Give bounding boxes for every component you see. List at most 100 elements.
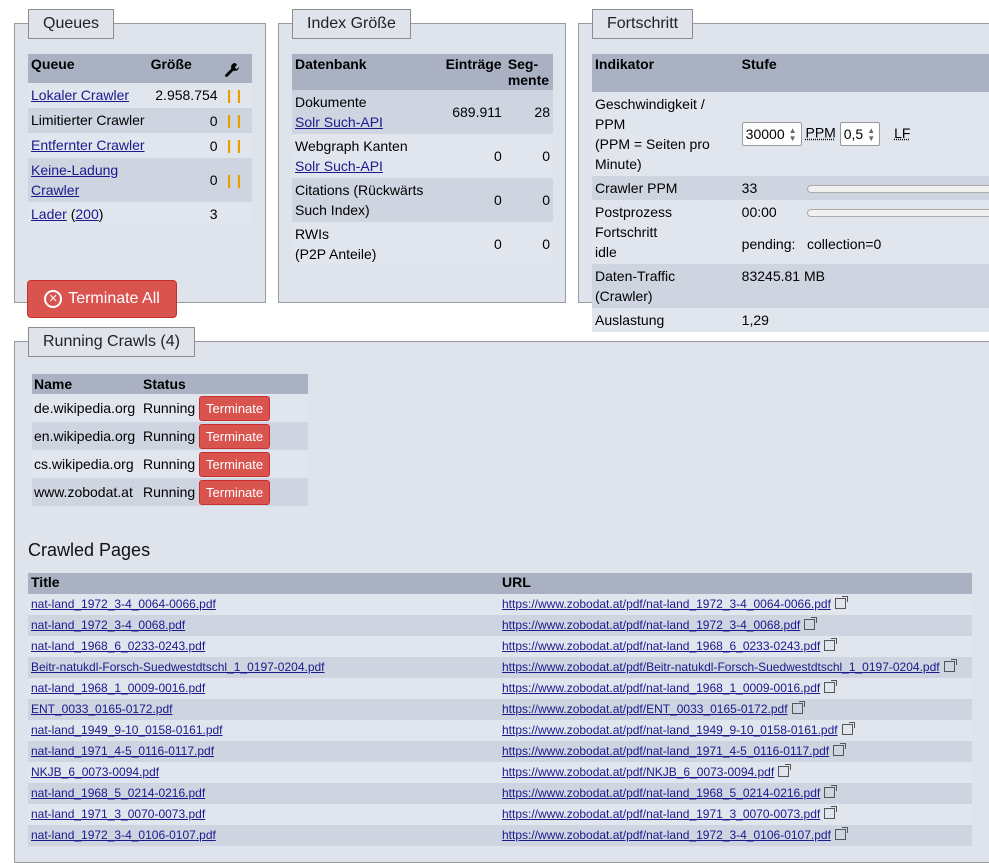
ppm-input[interactable]: 30000 ▲ ▼ [741,122,802,146]
terminate-button[interactable]: Terminate [199,451,271,477]
page-title-link[interactable]: nat-land_1972_3-4_0068.pdf [31,618,185,632]
table-row: de.wikipedia.org Running Terminate [32,394,308,422]
external-link-icon[interactable] [824,785,838,798]
traffic-label: Daten-Traffic (Crawler) [592,264,739,308]
table-row: nat-land_1972_3-4_0064-0066.pdf https://w… [28,594,972,615]
table-row: nat-land_1972_3-4_0106-0107.pdf https://w… [28,825,972,846]
external-link-icon[interactable] [834,596,848,609]
terminate-button[interactable]: Terminate [199,479,271,505]
page-title-link[interactable]: Beitr-natukdl-Forsch-Suedwestdtschl_1_01… [31,660,325,674]
db-entries: 0 [442,178,505,222]
queue-size: 0 [147,158,221,202]
queue-local-crawler-link[interactable]: Lokaler Crawler [31,87,129,103]
level-header: Stufe [738,54,989,92]
postprocess-time: 00:00 [738,200,804,232]
page-title-link[interactable]: nat-land_1972_3-4_0106-0107.pdf [31,828,216,842]
queue-size: 2.958.754 [147,83,221,108]
db-name: Dokumente [295,94,367,110]
external-link-icon[interactable] [824,680,838,693]
external-link-icon[interactable] [833,743,847,756]
queue-loader-link[interactable]: Lader [31,206,67,222]
page-url-link[interactable]: https://www.zobodat.at/pdf/nat-land_1968… [502,681,820,695]
progress-panel: Fortschritt Indikator Stufe Geschwindigk… [578,9,989,332]
db-segments: 0 [504,134,553,178]
terminate-all-button[interactable]: ✕ Terminate All [27,280,177,318]
lf-input[interactable]: 0,5 ▲ ▼ [839,122,881,146]
spinner-arrows-icon[interactable]: ▲ ▼ [866,127,876,143]
pause-icon[interactable]: ❙❙ [224,88,245,103]
db-name: Citations (Rückwärts Such Index) [292,178,443,222]
index-table: Datenbank Einträge Seg-mente Dokumente So… [292,54,553,266]
solr-api-link[interactable]: Solr Such-API [295,114,383,130]
page-url-link[interactable]: https://www.zobodat.at/pdf/nat-land_1968… [502,639,820,653]
progress-legend: Fortschritt [592,9,694,39]
page-title-link[interactable]: NKJB_6_0073-0094.pdf [31,765,159,779]
queues-table: Queue Größe Lokaler Crawler 2.958.754 ❙❙… [28,54,252,226]
external-link-icon[interactable] [834,827,848,840]
table-row: www.zobodat.at Running Terminate [32,478,308,506]
wrench-icon[interactable] [220,54,252,83]
page-title-link[interactable]: nat-land_1949_9-10_0158-0161.pdf [31,723,223,737]
page-url-link[interactable]: https://www.zobodat.at/pdf/nat-land_1971… [502,807,820,821]
db-segments: 0 [504,222,553,266]
page-title-link[interactable]: nat-land_1971_3_0070-0073.pdf [31,807,205,821]
page-title-link[interactable]: nat-land_1968_6_0233-0243.pdf [31,639,205,653]
table-row: ENT_0033_0165-0172.pdf https://www.zoboda… [28,699,972,720]
page-title-link[interactable]: nat-land_1971_4-5_0116-0117.pdf [31,744,214,758]
external-link-icon[interactable] [824,638,838,651]
page-url-link[interactable]: https://www.zobodat.at/pdf/nat-land_1949… [502,723,838,737]
table-row: Postprozess Fortschritt idle 00:00 [592,200,989,264]
status-header: Status [141,374,308,394]
db-name: RWIs [295,226,329,242]
external-link-icon[interactable] [841,722,855,735]
queue-remote-crawler-link[interactable]: Entfernter Crawler [31,137,145,153]
page-url-link[interactable]: https://www.zobodat.at/pdf/NKJB_6_0073-0… [502,765,774,779]
terminate-button[interactable]: Terminate [199,423,271,449]
pause-icon[interactable]: ❙❙ [224,113,245,128]
page-title-link[interactable]: nat-land_1968_5_0214-0216.pdf [31,786,205,800]
title-header: Title [28,573,499,594]
table-row: nat-land_1971_4-5_0116-0117.pdf https://w… [28,741,972,762]
loader-count-link[interactable]: 200 [75,206,98,222]
crawled-pages-table: Title URL nat-land_1972_3-4_0064-0066.pd… [28,573,972,846]
page-title-link[interactable]: nat-land_1968_1_0009-0016.pdf [31,681,205,695]
page-url-link[interactable]: https://www.zobodat.at/pdf/nat-land_1968… [502,786,820,800]
page-url-link[interactable]: https://www.zobodat.at/pdf/Beitr-natukdl… [502,660,940,674]
spinner-arrows-icon[interactable]: ▲ ▼ [788,127,798,143]
crawled-pages-title: Crawled Pages [28,540,151,560]
running-legend: Running Crawls (4) [28,327,195,357]
queue-size: 0 [147,108,221,133]
postprocess-state: idle [595,244,617,260]
crawl-name: cs.wikipedia.org [32,450,141,478]
table-row: Daten-Traffic (Crawler) 83245.81 MB [592,264,989,308]
external-link-icon[interactable] [791,701,805,714]
external-link-icon[interactable] [804,617,818,630]
page-url-link[interactable]: https://www.zobodat.at/pdf/nat-land_1972… [502,618,800,632]
page-url-link[interactable]: https://www.zobodat.at/pdf/ENT_0033_0165… [502,702,788,716]
pause-icon[interactable]: ❙❙ [224,138,245,153]
crawl-status: Running [143,399,196,416]
table-row: nat-land_1971_3_0070-0073.pdf https://www… [28,804,972,825]
external-link-icon[interactable] [824,806,838,819]
url-header: URL [499,573,972,594]
running-crawls-table: Name Status de.wikipedia.org Running Ter… [32,374,308,506]
traffic-value: 83245.81 MB [738,264,989,308]
queues-panel: Queues Queue Größe Lokaler Crawler 2.958… [14,9,266,303]
terminate-button[interactable]: Terminate [199,395,271,421]
lf-unit: LF [894,124,911,141]
external-link-icon[interactable] [778,764,792,777]
crawler-ppm-label: Crawler PPM [592,176,739,200]
page-title-link[interactable]: ENT_0033_0165-0172.pdf [31,702,172,716]
queue-size: 3 [147,202,221,226]
page-url-link[interactable]: https://www.zobodat.at/pdf/nat-land_1972… [502,828,831,842]
solr-api-link[interactable]: Solr Such-API [295,158,383,174]
page-url-link[interactable]: https://www.zobodat.at/pdf/nat-land_1972… [502,597,831,611]
table-row: NKJB_6_0073-0094.pdf https://www.zobodat.… [28,762,972,783]
pause-icon[interactable]: ❙❙ [224,173,245,188]
db-segments: 0 [504,178,553,222]
ppm-unit: PPM [805,124,836,141]
page-title-link[interactable]: nat-land_1972_3-4_0064-0066.pdf [31,597,216,611]
queue-noload-crawler-link[interactable]: Keine-Ladung Crawler [31,162,118,198]
page-url-link[interactable]: https://www.zobodat.at/pdf/nat-land_1971… [502,744,829,758]
external-link-icon[interactable] [943,659,957,672]
